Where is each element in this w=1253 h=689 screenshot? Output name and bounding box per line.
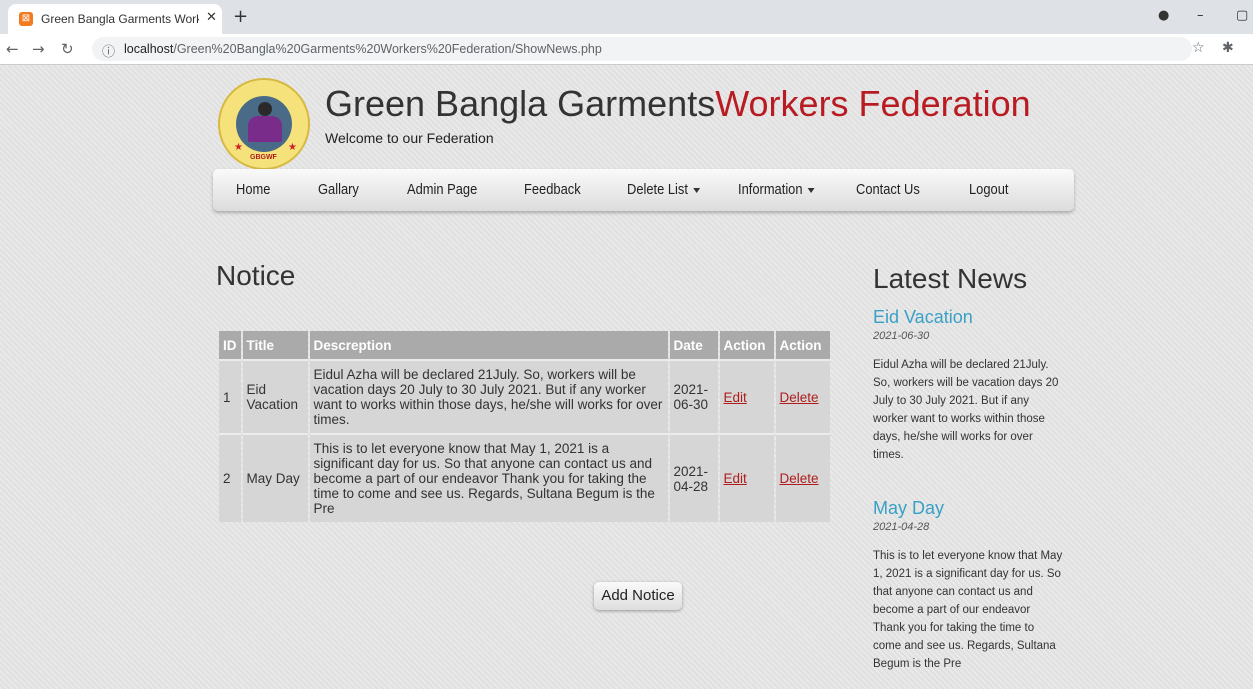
xampp-icon: ⊠ bbox=[19, 12, 33, 26]
url-text: localhost/Green%20Bangla%20Garments%20Wo… bbox=[124, 42, 602, 56]
reload-icon[interactable]: ↻ bbox=[61, 40, 74, 58]
news-title[interactable]: Eid Vacation bbox=[873, 307, 1063, 328]
minimize-icon[interactable]: – bbox=[1197, 8, 1204, 23]
browser-tab-bar: ⊠ Green Bangla Garments Workers ✕ + ● – … bbox=[0, 0, 1253, 34]
news-body: This is to let everyone know that May 1,… bbox=[873, 550, 1063, 670]
cell-edit: Edit bbox=[719, 433, 774, 522]
star-icon: ★ bbox=[288, 142, 297, 153]
federation-logo: ★ ★ GBGWF bbox=[218, 78, 310, 170]
edit-link[interactable]: Edit bbox=[724, 471, 747, 486]
delete-link[interactable]: Delete bbox=[780, 471, 819, 486]
logo-figure-body bbox=[248, 116, 282, 142]
nav-information-label: Information bbox=[738, 181, 803, 198]
delete-link[interactable]: Delete bbox=[780, 390, 819, 405]
info-icon[interactable]: ⓘ bbox=[102, 41, 115, 60]
latest-news-heading: Latest News bbox=[873, 263, 1028, 294]
news-date: 2021-04-28 bbox=[873, 521, 930, 533]
caret-down-icon bbox=[807, 187, 815, 193]
cell-description: This is to let everyone know that May 1,… bbox=[309, 433, 668, 522]
nav-delete-list[interactable]: Delete List bbox=[627, 181, 700, 198]
back-icon[interactable]: ← bbox=[6, 40, 19, 58]
restore-icon[interactable]: ▢ bbox=[1236, 8, 1248, 23]
notice-table: ID Title Descreption Date Action Action … bbox=[217, 331, 832, 522]
cell-edit: Edit bbox=[719, 359, 774, 433]
site-title-accent: Workers Federation bbox=[715, 83, 1031, 124]
extensions-icon[interactable]: ✱ bbox=[1222, 40, 1234, 56]
table-row: 1 Eid Vacation Eidul Azha will be declar… bbox=[219, 359, 830, 433]
profile-icon[interactable]: ● bbox=[1158, 8, 1169, 23]
star-icon: ★ bbox=[234, 142, 243, 153]
news-item: May Day 2021-04-28 This is to let everyo… bbox=[873, 498, 1063, 673]
column-header: Title bbox=[242, 331, 308, 359]
site-title-main: Green Bangla Garments bbox=[325, 83, 716, 124]
cell-id: 2 bbox=[219, 433, 241, 522]
nav-home[interactable]: Home bbox=[236, 181, 270, 198]
cell-title: May Day bbox=[242, 433, 308, 522]
browser-tab[interactable]: ⊠ Green Bangla Garments Workers ✕ bbox=[8, 4, 222, 34]
news-date: 2021-06-30 bbox=[873, 330, 930, 342]
nav-contact-us[interactable]: Contact Us bbox=[856, 181, 920, 198]
cell-title: Eid Vacation bbox=[242, 359, 308, 433]
address-bar: ← → ↻ ⓘ localhost/Green%20Bangla%20Garme… bbox=[0, 34, 1253, 65]
notice-heading: Notice bbox=[216, 260, 296, 291]
nav-logout[interactable]: Logout bbox=[969, 181, 1008, 198]
column-header: Descreption bbox=[309, 331, 668, 359]
close-tab-icon[interactable]: ✕ bbox=[206, 10, 217, 25]
nav-information[interactable]: Information bbox=[738, 181, 815, 198]
cell-id: 1 bbox=[219, 359, 241, 433]
news-body: Eidul Azha will be declared 21July. So, … bbox=[873, 359, 1059, 461]
cell-delete: Delete bbox=[775, 359, 830, 433]
table-header-row: ID Title Descreption Date Action Action bbox=[219, 331, 830, 359]
site-title: Green Bangla GarmentsWorkers Federation bbox=[325, 83, 1031, 125]
logo-emblem bbox=[236, 96, 292, 152]
cell-date: 2021-06-30 bbox=[669, 359, 718, 433]
tab-title: Green Bangla Garments Workers bbox=[41, 12, 199, 26]
forward-icon[interactable]: → bbox=[32, 40, 45, 58]
bookmark-star-icon[interactable]: ☆ bbox=[1192, 40, 1205, 56]
column-header: Date bbox=[669, 331, 718, 359]
url-path: /Green%20Bangla%20Garments%20Workers%20F… bbox=[173, 42, 602, 56]
news-item: Eid Vacation 2021-06-30 Eidul Azha will … bbox=[873, 307, 1063, 464]
cell-delete: Delete bbox=[775, 433, 830, 522]
new-tab-icon[interactable]: + bbox=[233, 6, 248, 27]
site-subtitle: Welcome to our Federation bbox=[325, 130, 494, 146]
cell-date: 2021-04-28 bbox=[669, 433, 718, 522]
column-header: ID bbox=[219, 331, 241, 359]
nav-feedback[interactable]: Feedback bbox=[524, 181, 581, 198]
logo-figure-head bbox=[258, 102, 272, 116]
main-nav: Home Gallary Admin Page Feedback Delete … bbox=[213, 169, 1074, 211]
nav-admin-page[interactable]: Admin Page bbox=[407, 181, 477, 198]
cell-description: Eidul Azha will be declared 21July. So, … bbox=[309, 359, 668, 433]
column-header: Action bbox=[775, 331, 830, 359]
news-title[interactable]: May Day bbox=[873, 498, 1063, 519]
page-content: ★ ★ GBGWF Green Bangla GarmentsWorkers F… bbox=[0, 65, 1253, 689]
nav-delete-list-label: Delete List bbox=[627, 181, 688, 198]
caret-down-icon bbox=[693, 187, 700, 193]
table-row: 2 May Day This is to let everyone know t… bbox=[219, 433, 830, 522]
logo-text: GBGWF bbox=[250, 154, 277, 161]
url-host: localhost bbox=[124, 42, 174, 56]
column-header: Action bbox=[719, 331, 774, 359]
url-field[interactable]: ⓘ localhost/Green%20Bangla%20Garments%20… bbox=[92, 37, 1192, 61]
add-notice-button[interactable]: Add Notice bbox=[594, 582, 682, 610]
edit-link[interactable]: Edit bbox=[724, 390, 747, 405]
nav-gallary[interactable]: Gallary bbox=[318, 181, 359, 198]
